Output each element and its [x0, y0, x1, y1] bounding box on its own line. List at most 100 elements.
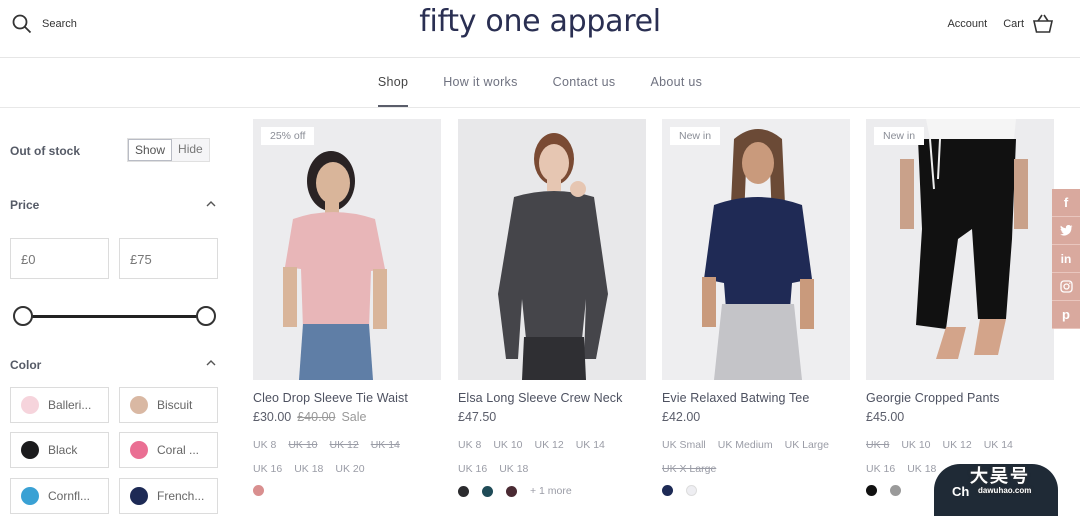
color-swatch[interactable] — [890, 485, 901, 496]
more-colors-link[interactable]: + 1 more — [530, 485, 572, 497]
color-option-label: Balleri... — [48, 398, 92, 412]
twitter-icon[interactable] — [1052, 217, 1080, 245]
nav-shop[interactable]: Shop — [377, 58, 409, 107]
color-swatch — [130, 487, 148, 505]
out-of-stock-label: Out of stock — [10, 144, 81, 158]
instagram-icon[interactable] — [1052, 273, 1080, 301]
watermark-logo: 大吴号 dawuhao.com — [970, 462, 1031, 495]
size-option[interactable]: UK Small — [662, 433, 706, 457]
product-price-row: £47.50 — [458, 410, 646, 424]
product-price: £45.00 — [866, 410, 905, 424]
size-option[interactable]: UK 8 — [253, 433, 276, 457]
nav-contact-us[interactable]: Contact us — [553, 58, 616, 107]
color-option-label: Coral ... — [157, 443, 200, 457]
size-option[interactable]: UK 8 — [458, 433, 481, 457]
product-image[interactable]: New in — [866, 119, 1054, 380]
color-option[interactable]: Biscuit — [119, 387, 218, 423]
size-option[interactable]: UK 14 — [371, 433, 400, 457]
size-option[interactable]: UK 14 — [984, 433, 1013, 457]
color-swatches: + 1 more — [458, 485, 646, 497]
color-option[interactable]: Black — [10, 432, 109, 468]
price-filter-heading[interactable]: Price — [10, 198, 39, 212]
price-slider-track[interactable] — [22, 315, 206, 318]
product-card[interactable]: New in Georgie Cropped Pants £45.00 UK 8 UK … — [866, 119, 1054, 496]
cart-button[interactable]: Cart — [1003, 14, 1054, 34]
size-option[interactable]: UK Medium — [718, 433, 773, 457]
watermark-title: 大吴号 — [970, 466, 1030, 486]
color-option[interactable]: Coral ... — [119, 432, 218, 468]
product-old-price: £40.00 — [297, 410, 336, 424]
product-title[interactable]: Georgie Cropped Pants — [866, 391, 1054, 405]
price-max-input[interactable]: £75 — [119, 238, 218, 279]
size-option[interactable]: UK 10 — [493, 433, 522, 457]
size-option[interactable]: UK 12 — [330, 433, 359, 457]
chevron-up-icon[interactable] — [206, 358, 216, 368]
product-badge: 25% off — [261, 127, 315, 145]
product-title[interactable]: Evie Relaxed Batwing Tee — [662, 391, 850, 405]
color-swatch[interactable] — [482, 485, 493, 497]
nav-how-it-works[interactable]: How it works — [443, 58, 517, 107]
sale-label: Sale — [341, 410, 367, 424]
size-option[interactable]: UK X Large — [662, 457, 716, 481]
color-swatch[interactable] — [253, 485, 264, 496]
social-share-bar: f in p — [1052, 189, 1080, 329]
product-badge: New in — [670, 127, 721, 145]
color-swatches — [253, 485, 441, 496]
color-swatch — [21, 441, 39, 459]
product-card[interactable]: 25% off Cleo Drop Sleeve Tie Waist £30.00 £… — [253, 119, 441, 496]
product-title[interactable]: Elsa Long Sleeve Crew Neck — [458, 391, 646, 405]
size-option[interactable]: UK 18 — [499, 457, 528, 481]
color-swatch — [21, 396, 39, 414]
size-option[interactable]: UK 18 — [907, 457, 936, 481]
account-link[interactable]: Account — [947, 18, 987, 30]
size-option[interactable]: UK 16 — [866, 457, 895, 481]
color-swatch[interactable] — [458, 485, 469, 497]
color-swatch[interactable] — [866, 485, 877, 496]
product-price: £42.00 — [662, 410, 701, 424]
product-image[interactable]: 25% off — [253, 119, 441, 380]
product-image[interactable] — [458, 119, 646, 380]
cart-label: Cart — [1003, 18, 1024, 30]
color-swatch[interactable] — [662, 485, 673, 496]
pinterest-icon[interactable]: p — [1052, 301, 1080, 329]
top-header: Search fifty one apparel Account Cart — [0, 0, 1080, 58]
hide-button[interactable]: Hide — [172, 139, 209, 161]
price-slider-min-handle[interactable] — [13, 306, 33, 326]
color-option[interactable]: French... — [119, 478, 218, 514]
size-option[interactable]: UK 16 — [253, 457, 282, 481]
size-option[interactable]: UK 14 — [576, 433, 605, 457]
color-swatch[interactable] — [686, 485, 697, 496]
basket-icon — [1032, 14, 1054, 33]
chevron-up-icon[interactable] — [206, 199, 216, 209]
size-option[interactable]: UK 12 — [943, 433, 972, 457]
size-option[interactable]: UK 12 — [535, 433, 564, 457]
facebook-icon[interactable]: f — [1052, 189, 1080, 217]
product-image[interactable]: New in — [662, 119, 850, 380]
show-button[interactable]: Show — [128, 139, 173, 161]
size-option[interactable]: UK 10 — [901, 433, 930, 457]
product-card[interactable]: New in Evie Relaxed Batwing Tee £42.00 UK S… — [662, 119, 850, 496]
price-slider-max-handle[interactable] — [196, 306, 216, 326]
size-option[interactable]: UK 20 — [335, 457, 364, 481]
product-title[interactable]: Cleo Drop Sleeve Tie Waist — [253, 391, 441, 405]
product-price-row: £42.00 — [662, 410, 850, 424]
color-option-label: Cornfl... — [48, 489, 91, 503]
brand-logo[interactable]: fifty one apparel — [0, 4, 1080, 39]
product-card[interactable]: Elsa Long Sleeve Crew Neck £47.50 UK 8 UK 1… — [458, 119, 646, 497]
color-option-label: Black — [48, 443, 78, 457]
color-option[interactable]: Balleri... — [10, 387, 109, 423]
size-option[interactable]: UK 10 — [288, 433, 317, 457]
price-min-input[interactable]: £0 — [10, 238, 109, 279]
size-list: UK 8 UK 10 UK 12 UK 14 UK 16 UK 18 — [458, 433, 646, 481]
size-option[interactable]: UK Large — [785, 433, 829, 457]
size-option[interactable]: UK 16 — [458, 457, 487, 481]
color-filter-heading[interactable]: Color — [10, 358, 41, 372]
linkedin-icon[interactable]: in — [1052, 245, 1080, 273]
size-option[interactable]: UK 8 — [866, 433, 889, 457]
size-option[interactable]: UK 18 — [294, 457, 323, 481]
nav-about-us[interactable]: About us — [650, 58, 702, 107]
color-swatch[interactable] — [506, 485, 517, 497]
product-badge: New in — [874, 127, 925, 145]
color-option-label: Biscuit — [157, 398, 193, 412]
color-option[interactable]: Cornfl... — [10, 478, 109, 514]
